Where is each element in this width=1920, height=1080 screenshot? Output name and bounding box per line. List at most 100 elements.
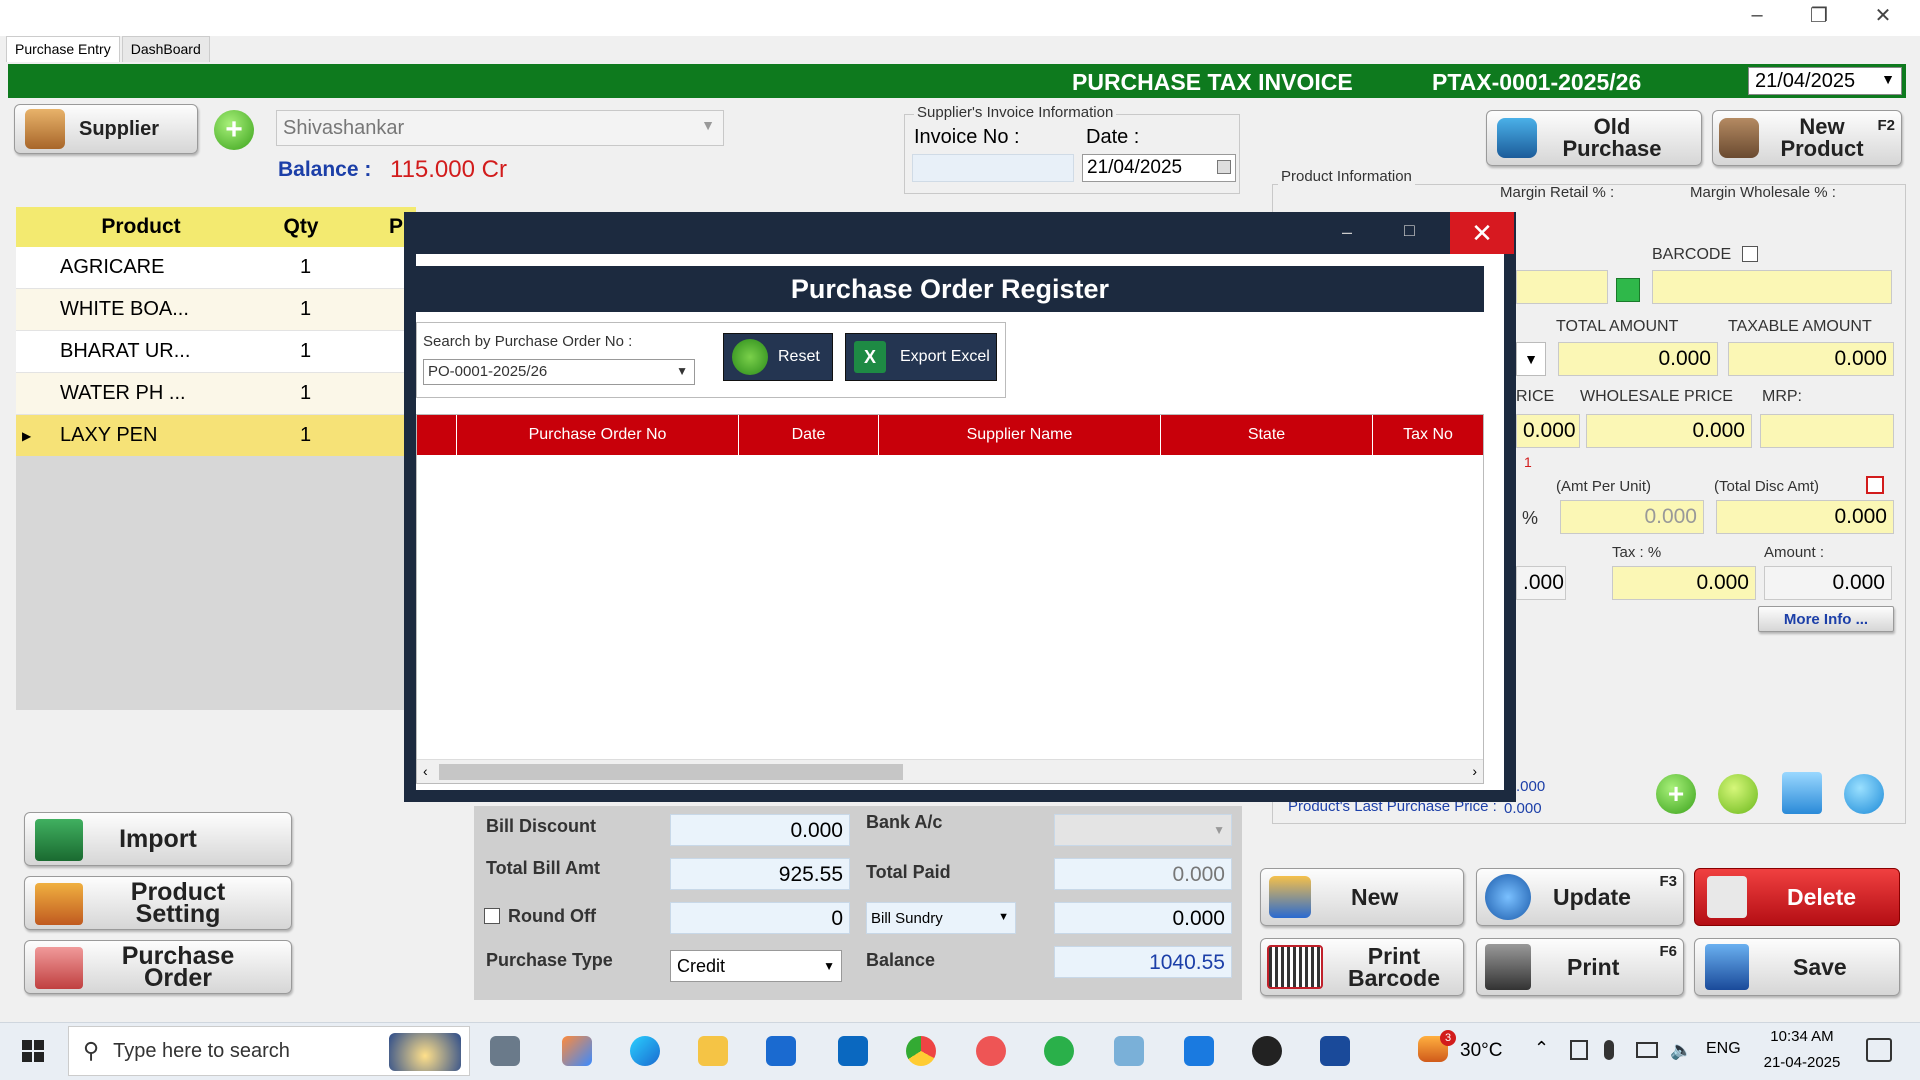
column-state[interactable]: State <box>1161 415 1373 455</box>
scroll-right-icon[interactable]: › <box>1472 763 1477 779</box>
clock-time[interactable]: 10:34 AM <box>1762 1028 1842 1045</box>
new-product-button[interactable]: New Product F2 <box>1712 110 1902 166</box>
purchase-type-select[interactable]: Credit ▼ <box>670 950 842 982</box>
print-button[interactable]: Print F6 <box>1476 938 1684 996</box>
tax-amount-field[interactable]: 0.000 <box>1764 566 1892 600</box>
notification-icon[interactable] <box>1866 1038 1892 1062</box>
column-purchase-order-no[interactable]: Purchase Order No <box>457 415 739 455</box>
bill-discount-field[interactable]: 0.000 <box>670 814 850 846</box>
column-tax-no[interactable]: Tax No <box>1373 415 1483 455</box>
tab-purchase-entry[interactable]: Purchase Entry <box>6 36 120 62</box>
tax-percent-field[interactable]: 0.000 <box>1612 566 1756 600</box>
billing-app-icon[interactable] <box>1320 1036 1350 1066</box>
app-icon[interactable] <box>1252 1036 1282 1066</box>
task-view-icon[interactable] <box>490 1036 520 1066</box>
table-row[interactable]: BHARAT UR... 1 <box>16 331 416 373</box>
whatsapp-icon[interactable] <box>1044 1036 1074 1066</box>
taskbar-search-box[interactable]: ⚲ Type here to search <box>68 1026 470 1076</box>
table-row[interactable]: WATER PH ... 1 <box>16 373 416 415</box>
table-row[interactable]: AGRICARE 1 <box>16 247 416 289</box>
round-off-field[interactable]: 0 <box>670 902 850 934</box>
import-button[interactable]: Import <box>24 812 292 866</box>
chrome-icon[interactable] <box>906 1036 936 1066</box>
close-button[interactable]: ✕ <box>1860 0 1906 30</box>
column-supplier-name[interactable]: Supplier Name <box>879 415 1161 455</box>
total-paid-field[interactable]: 0.000 <box>1054 858 1232 890</box>
restore-button[interactable]: ❐ <box>1796 0 1842 30</box>
file-explorer-icon[interactable] <box>698 1036 728 1066</box>
bank-account-combo[interactable]: ▼ <box>1054 814 1232 846</box>
round-off-checkbox[interactable] <box>484 908 500 924</box>
outlook-icon[interactable] <box>838 1036 868 1066</box>
chevron-down-icon[interactable]: ▼ <box>1516 342 1546 376</box>
dialog-close-button[interactable]: ✕ <box>1450 212 1514 254</box>
update-button[interactable]: Update F3 <box>1476 868 1684 926</box>
more-info-button[interactable]: More Info ... <box>1758 606 1894 632</box>
save-button[interactable]: Save <box>1694 938 1900 996</box>
clock-date[interactable]: 21-04-2025 <box>1756 1054 1848 1071</box>
speaker-icon[interactable]: 🔈 <box>1670 1040 1692 1061</box>
product-code-field[interactable] <box>1516 270 1608 304</box>
barcode-field[interactable] <box>1652 270 1892 304</box>
print-barcode-button[interactable]: Print Barcode <box>1260 938 1464 996</box>
supplier-name-combo[interactable]: Shivashankar ▼ <box>276 110 724 146</box>
add-supplier-icon[interactable]: + <box>214 110 254 150</box>
taxable-amount-field[interactable]: 0.000 <box>1728 342 1894 376</box>
snipping-tool-icon[interactable] <box>976 1036 1006 1066</box>
mrp-field[interactable] <box>1760 414 1894 448</box>
network-icon[interactable] <box>1636 1042 1658 1058</box>
app-icon[interactable] <box>1184 1036 1214 1066</box>
copilot-icon[interactable] <box>562 1036 592 1066</box>
refresh-icon[interactable] <box>1718 774 1758 814</box>
wholesale-price-field[interactable]: 0.000 <box>1586 414 1752 448</box>
table-row[interactable]: WHITE BOA... 1 <box>16 289 416 331</box>
partial-field[interactable]: .000 <box>1516 566 1566 600</box>
scrollbar-thumb[interactable] <box>439 764 903 780</box>
language-indicator[interactable]: ENG <box>1706 1040 1741 1058</box>
add-row-icon[interactable]: + <box>1656 774 1696 814</box>
invoice-date-picker[interactable]: 21/04/2025 ▼ <box>1748 67 1902 95</box>
minimize-button[interactable]: – <box>1734 0 1780 30</box>
column-date[interactable]: Date <box>739 415 879 455</box>
calendar-icon[interactable] <box>1217 160 1231 174</box>
generate-barcode-icon[interactable] <box>1616 278 1640 302</box>
total-amount-field[interactable]: 0.000 <box>1558 342 1718 376</box>
bill-sundry-combo[interactable]: Bill Sundry ▼ <box>866 902 1016 934</box>
remove-row-icon[interactable] <box>1844 774 1884 814</box>
supplier-button[interactable]: Supplier <box>14 104 198 154</box>
purchase-order-button[interactable]: Purchase Order <box>24 940 292 994</box>
old-purchase-button[interactable]: Old Purchase <box>1486 110 1702 166</box>
delete-button[interactable]: Delete <box>1694 868 1900 926</box>
invoice-no-input[interactable] <box>912 154 1074 182</box>
chevron-up-icon[interactable]: ⌃ <box>1534 1038 1549 1059</box>
price-field[interactable]: 0.000 <box>1516 414 1580 448</box>
table-row[interactable]: ▶ LAXY PEN 1 <box>16 415 416 457</box>
windows-start-icon[interactable] <box>22 1040 44 1062</box>
row-pointer-icon[interactable]: ▶ <box>16 429 60 443</box>
horizontal-scrollbar[interactable]: ‹ › <box>417 759 1483 783</box>
supplier-invoice-date-input[interactable]: 21/04/2025 <box>1082 154 1236 182</box>
balance-bottom-field[interactable]: 1040.55 <box>1054 946 1232 978</box>
new-button[interactable]: New <box>1260 868 1464 926</box>
microphone-icon[interactable] <box>1604 1040 1614 1060</box>
tab-dashboard[interactable]: DashBoard <box>121 36 210 62</box>
total-bill-field[interactable]: 925.55 <box>670 858 850 890</box>
edit-icon[interactable] <box>1782 772 1822 814</box>
disc-checkbox[interactable] <box>1866 476 1884 494</box>
product-setting-button[interactable]: Product Setting <box>24 876 292 930</box>
column-qty[interactable]: Qty <box>226 207 376 247</box>
dialog-maximize-button[interactable]: □ <box>1404 220 1415 241</box>
reset-button[interactable]: Reset <box>723 333 833 381</box>
store-icon[interactable] <box>766 1036 796 1066</box>
amt-per-unit-field[interactable]: 0.000 <box>1560 500 1704 534</box>
scroll-left-icon[interactable]: ‹ <box>423 763 428 779</box>
barcode-checkbox[interactable] <box>1742 246 1758 262</box>
device-icon[interactable] <box>1570 1040 1588 1060</box>
bill-sundry-field[interactable]: 0.000 <box>1054 902 1232 934</box>
total-disc-amt-field[interactable]: 0.000 <box>1716 500 1894 534</box>
po-number-select[interactable]: PO-0001-2025/26 ▼ <box>423 359 695 385</box>
export-excel-button[interactable]: X Export Excel <box>845 333 997 381</box>
app-icon[interactable] <box>1114 1036 1144 1066</box>
edge-icon[interactable] <box>630 1036 660 1066</box>
column-product[interactable]: Product <box>56 207 226 247</box>
